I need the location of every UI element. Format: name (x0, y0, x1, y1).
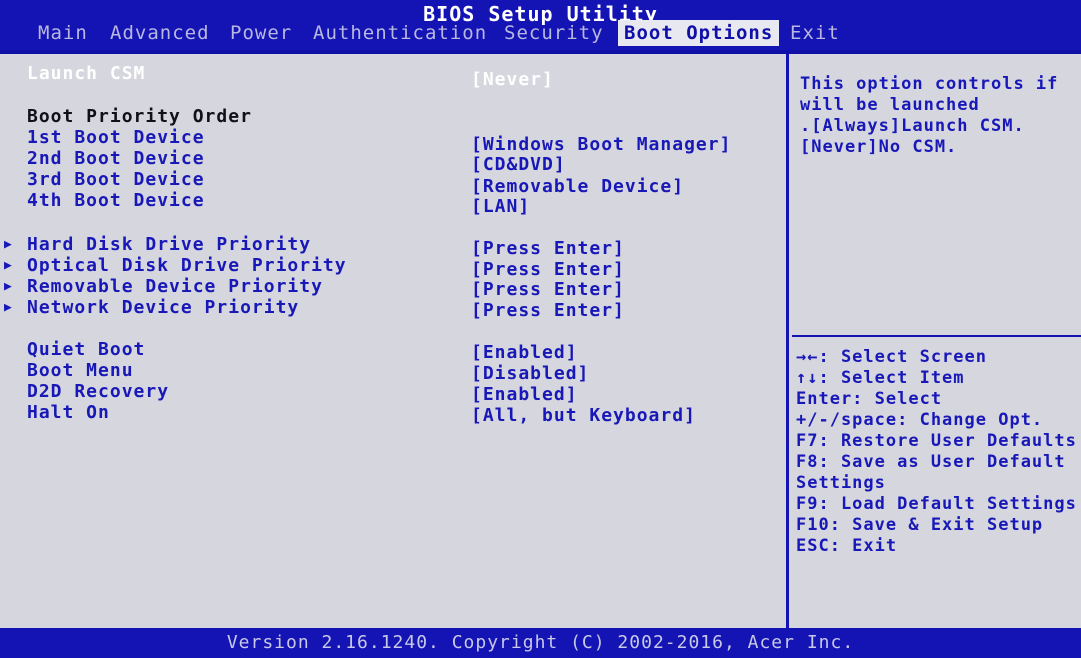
tab-boot-options[interactable]: Boot Options (618, 20, 780, 46)
help-divider (792, 335, 1081, 337)
submenu-optical-value[interactable]: [Press Enter] (471, 259, 625, 280)
tab-security[interactable]: Security (498, 20, 610, 46)
boot-device-4-value[interactable]: [LAN] (471, 196, 530, 217)
triangle-right-icon: ▶ (4, 237, 12, 252)
tab-power[interactable]: Power (224, 20, 298, 46)
boot-priority-heading: Boot Priority Order (27, 106, 252, 127)
boot-device-2-value[interactable]: [CD&DVD] (471, 154, 566, 175)
boot-device-1-label[interactable]: 1st Boot Device (27, 127, 205, 148)
tab-exit[interactable]: Exit (784, 20, 846, 46)
key-legend-item: F7: Restore User Defaults (796, 431, 1077, 451)
help-text-line: will be launched (800, 95, 980, 115)
boot-menu-label[interactable]: Boot Menu (27, 360, 134, 381)
key-legend-item: ↑↓: Select Item (796, 368, 965, 388)
key-legend-item: F9: Load Default Settings (796, 494, 1077, 514)
tab-advanced[interactable]: Advanced (104, 20, 216, 46)
boot-device-1-value[interactable]: [Windows Boot Manager] (471, 134, 731, 155)
triangle-right-icon: ▶ (4, 300, 12, 315)
boot-menu-value[interactable]: [Disabled] (471, 363, 589, 384)
triangle-right-icon: ▶ (4, 279, 12, 294)
help-text-line: This option controls if (800, 74, 1059, 94)
triangle-right-icon: ▶ (4, 258, 12, 273)
boot-device-2-label[interactable]: 2nd Boot Device (27, 148, 205, 169)
boot-device-3-value[interactable]: [Removable Device] (471, 176, 684, 197)
halt-on-value[interactable]: [All, but Keyboard] (471, 405, 696, 426)
footer-version: Version 2.16.1240. Copyright (C) 2002-20… (0, 628, 1081, 658)
key-legend-item: Settings (796, 473, 886, 493)
key-legend-item: →←: Select Screen (796, 347, 987, 367)
submenu-network-value[interactable]: [Press Enter] (471, 300, 625, 321)
d2d-recovery-value[interactable]: [Enabled] (471, 384, 578, 405)
key-legend-item: +/-/space: Change Opt. (796, 410, 1044, 430)
key-legend-item: F10: Save & Exit Setup (796, 515, 1044, 535)
panel-divider (786, 54, 789, 628)
header-bar: BIOS Setup Utility Main Advanced Power A… (0, 0, 1081, 50)
launch-csm-value[interactable]: [Never] (471, 69, 554, 90)
tab-authentication[interactable]: Authentication (307, 20, 493, 46)
submenu-optical-priority[interactable]: Optical Disk Drive Priority (27, 255, 347, 276)
d2d-recovery-label[interactable]: D2D Recovery (27, 381, 169, 402)
launch-csm-label[interactable]: Launch CSM (27, 63, 145, 84)
boot-device-4-label[interactable]: 4th Boot Device (27, 190, 205, 211)
tab-main[interactable]: Main (32, 20, 94, 46)
key-legend-item: F8: Save as User Default (796, 452, 1066, 472)
help-text-line: [Never]No CSM. (800, 137, 958, 157)
quiet-boot-value[interactable]: [Enabled] (471, 342, 578, 363)
submenu-network-priority[interactable]: Network Device Priority (27, 297, 299, 318)
submenu-removable-priority[interactable]: Removable Device Priority (27, 276, 323, 297)
submenu-removable-value[interactable]: [Press Enter] (471, 279, 625, 300)
submenu-hdd-value[interactable]: [Press Enter] (471, 238, 625, 259)
boot-device-3-label[interactable]: 3rd Boot Device (27, 169, 205, 190)
halt-on-label[interactable]: Halt On (27, 402, 110, 423)
submenu-hdd-priority[interactable]: Hard Disk Drive Priority (27, 234, 311, 255)
key-legend-item: ESC: Exit (796, 536, 898, 556)
quiet-boot-label[interactable]: Quiet Boot (27, 339, 145, 360)
key-legend-item: Enter: Select (796, 389, 943, 409)
help-text-line: .[Always]Launch CSM. (800, 116, 1025, 136)
main-panel: Launch CSM [Never] Boot Priority Order 1… (0, 52, 1081, 628)
